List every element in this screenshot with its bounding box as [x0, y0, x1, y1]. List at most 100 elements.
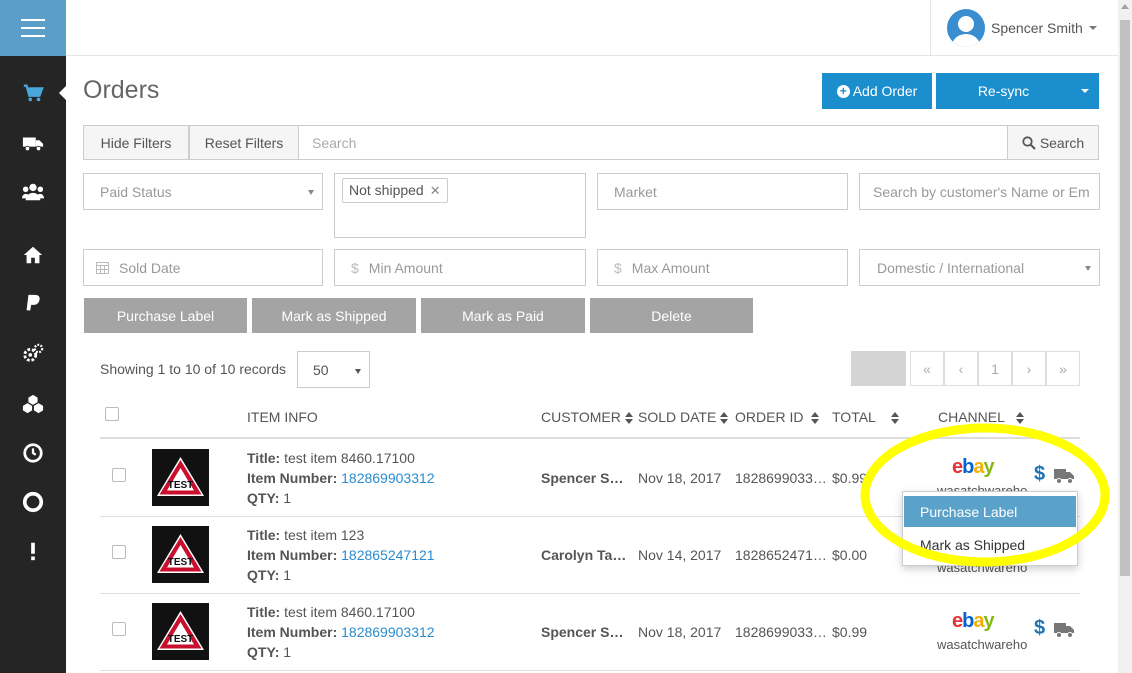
col-sold-date[interactable]: SOLD DATE — [638, 409, 729, 425]
domestic-international-select[interactable]: Domestic / International — [859, 249, 1100, 286]
menu-toggle-button[interactable] — [0, 0, 66, 56]
qty-value: 1 — [283, 490, 292, 506]
max-amount-label: Max Amount — [631, 259, 710, 276]
paid-status-select[interactable]: Paid Status — [83, 173, 323, 210]
select-all-checkbox[interactable] — [105, 407, 119, 421]
row-divider — [100, 593, 1080, 594]
row-action-menu: Purchase Label Mark as Shipped — [902, 491, 1078, 566]
qty-label: QTY: — [247, 567, 280, 583]
next-page-button[interactable]: › — [1012, 351, 1046, 386]
mark-paid-button[interactable]: Mark as Paid — [420, 297, 586, 334]
col-customer[interactable]: CUSTOMER — [541, 409, 633, 425]
history-icon[interactable] — [0, 438, 66, 468]
customer-name[interactable]: Spencer S… — [541, 470, 623, 486]
item-number: Item Number: 182865247121 — [247, 547, 435, 563]
scroll-thumb[interactable] — [1120, 20, 1130, 576]
settings-icon[interactable] — [0, 339, 66, 369]
truck-icon[interactable] — [1054, 623, 1075, 638]
per-page-value: 50 — [313, 361, 329, 378]
add-order-label: Add Order — [852, 83, 918, 99]
truck-icon[interactable] — [0, 128, 66, 158]
scrollbar[interactable] — [1118, 0, 1132, 673]
customer-name[interactable]: Carolyn Ta… — [541, 547, 626, 563]
row-checkbox[interactable] — [112, 468, 126, 482]
reset-filters-button[interactable]: Reset Filters — [189, 125, 299, 160]
col-sold-date-label: SOLD DATE — [638, 409, 717, 425]
top-bar: Spencer Smith — [66, 0, 1118, 56]
max-amount-input[interactable]: $ Max Amount — [597, 249, 848, 286]
pagination-info — [851, 351, 906, 386]
support-icon[interactable] — [0, 487, 66, 517]
item-thumbnail[interactable]: TEST — [152, 449, 209, 506]
last-page-button[interactable]: » — [1046, 351, 1080, 386]
mark-shipped-button[interactable]: Mark as Shipped — [251, 297, 417, 334]
item-number-link[interactable]: 182869903312 — [341, 470, 434, 486]
item-thumbnail[interactable]: TEST — [152, 603, 209, 660]
item-number-link[interactable]: 182865247121 — [341, 547, 434, 563]
dollar-icon: $ — [614, 259, 622, 276]
order-total: $0.99 — [832, 470, 868, 486]
sold-date: Nov 18, 2017 — [638, 470, 722, 486]
qty-label: QTY: — [247, 644, 280, 660]
page-1-button[interactable]: 1 — [978, 351, 1012, 386]
per-page-select[interactable]: 50 — [297, 351, 370, 388]
item-number-link[interactable]: 182869903312 — [341, 624, 434, 640]
col-total[interactable]: TOTAL — [832, 409, 899, 425]
truck-icon[interactable] — [1054, 469, 1075, 484]
item-thumbnail[interactable]: TEST — [152, 526, 209, 583]
item-title-value: test item 123 — [284, 527, 365, 543]
order-id: 1828699033… — [735, 624, 827, 640]
order-id: 1828652471… — [735, 547, 827, 563]
sort-icon — [811, 412, 820, 425]
dollar-icon[interactable]: $ — [1034, 617, 1045, 640]
resync-dropdown-caret-icon[interactable] — [1081, 89, 1089, 93]
purchase-label-button[interactable]: Purchase Label — [83, 297, 248, 334]
add-order-button[interactable]: + Add Order — [822, 73, 932, 109]
order-total: $0.99 — [832, 624, 868, 640]
col-item-info: ITEM INFO — [247, 409, 318, 425]
tag-label: Not shipped — [349, 182, 424, 198]
ebay-logo: ebay — [952, 456, 995, 478]
shipping-status-tag[interactable]: Not shipped ✕ — [342, 178, 448, 203]
thumbnail-text: TEST — [168, 634, 194, 645]
store-name: wasatchwareho — [937, 637, 1028, 652]
scroll-up-arrow[interactable] — [1121, 4, 1129, 9]
shipping-status-multiselect[interactable]: Not shipped ✕ — [334, 173, 586, 238]
resync-label: Re-sync — [977, 83, 1030, 99]
col-order-id[interactable]: ORDER ID — [735, 409, 820, 425]
remove-tag-icon[interactable]: ✕ — [430, 183, 441, 198]
row-checkbox[interactable] — [112, 545, 126, 559]
hide-filters-button[interactable]: Hide Filters — [83, 125, 189, 160]
customer-name[interactable]: Spencer S… — [541, 624, 623, 640]
order-id: 1828699033… — [735, 470, 827, 486]
menu-item-mark-shipped[interactable]: Mark as Shipped — [904, 529, 1076, 560]
alert-icon[interactable] — [0, 536, 66, 566]
customer-search-input[interactable]: Search by customer's Name or Em — [859, 173, 1100, 210]
home-icon[interactable] — [0, 240, 66, 270]
search-input[interactable]: Search — [298, 125, 1008, 160]
col-channel-label: CHANNEL — [938, 409, 1005, 425]
prev-page-button[interactable]: ‹ — [944, 351, 978, 386]
menu-item-purchase-label[interactable]: Purchase Label — [904, 496, 1076, 527]
min-amount-input[interactable]: $ Min Amount — [334, 249, 586, 286]
delete-button[interactable]: Delete — [589, 297, 754, 334]
users-icon[interactable] — [0, 177, 66, 207]
cubes-icon[interactable] — [0, 389, 66, 419]
row-checkbox[interactable] — [112, 622, 126, 636]
sold-date: Nov 14, 2017 — [638, 547, 722, 563]
paypal-icon[interactable] — [0, 289, 66, 319]
qty-label: QTY: — [247, 490, 280, 506]
page-title: Orders — [83, 76, 160, 104]
title-label: Title: — [247, 604, 281, 620]
search-button[interactable]: Search — [1007, 125, 1099, 160]
cart-icon[interactable] — [0, 78, 66, 108]
chevron-down-icon — [355, 369, 361, 374]
col-total-label: TOTAL — [832, 409, 876, 425]
first-page-button[interactable]: « — [910, 351, 944, 386]
resync-button[interactable]: Re-sync — [936, 73, 1099, 109]
market-input[interactable]: Market — [597, 173, 848, 210]
user-menu[interactable]: Spencer Smith — [930, 0, 1100, 56]
sold-date-input[interactable]: Sold Date — [83, 249, 323, 286]
dollar-icon[interactable]: $ — [1034, 463, 1045, 486]
col-channel[interactable]: CHANNEL — [938, 409, 1025, 425]
